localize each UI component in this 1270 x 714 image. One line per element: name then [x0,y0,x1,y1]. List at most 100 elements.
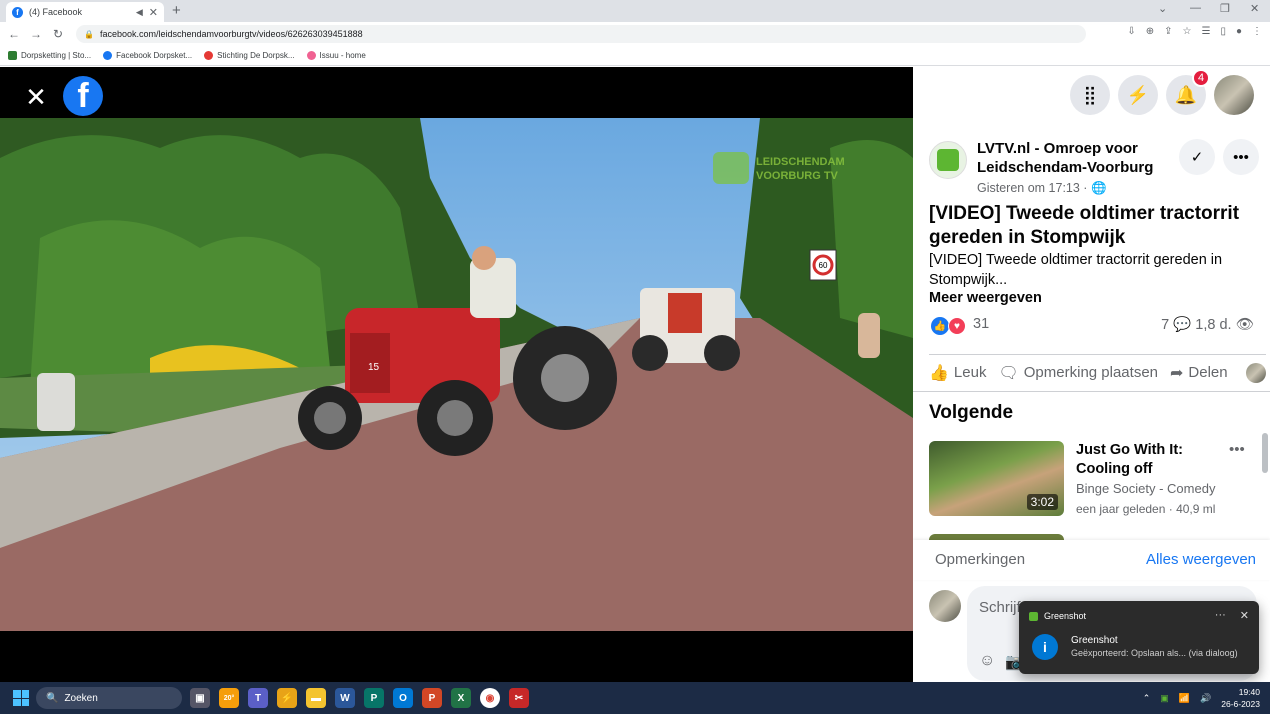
chrome-icon[interactable]: ◉ [480,688,500,708]
bookmarks-bar: Dorpsketting | Sto... Facebook Dorpsket.… [0,46,1270,66]
task-view-icon[interactable]: ▣ [190,688,210,708]
see-more-link[interactable]: Meer weergeven [929,290,1042,306]
url-field[interactable]: 🔒 facebook.com/leidschendamvoorburgtv/vi… [76,25,1086,43]
volume-icon[interactable]: 🔊 [1200,693,1211,704]
grid-icon: ⣿ [1083,84,1097,105]
facebook-logo-icon[interactable]: f [63,76,103,116]
video-controls[interactable] [0,637,913,682]
divider [913,391,1270,392]
app-icon[interactable]: ⚡ [277,688,297,708]
up-next-item[interactable]: 3:02 Just Go With It: Cooling off Binge … [929,441,1249,517]
toast-body: Geëxporteerd: Opslaan als... (via dialoo… [1071,648,1238,658]
see-all-comments-link[interactable]: Alles weergeven [1146,551,1256,568]
profile-icon[interactable]: ● [1236,26,1242,37]
excel-icon[interactable]: X [451,688,471,708]
bookmark-favicon-icon [103,51,113,60]
tab-facebook[interactable]: f (4) Facebook ◀ ✕ [6,2,164,22]
toast-close-icon[interactable]: ✕ [1240,609,1249,622]
maximize-button[interactable]: ❐ [1220,2,1230,15]
tab-search-icon[interactable]: ⌄ [1158,2,1167,15]
video-thumbnail[interactable]: 3:02 [929,441,1064,516]
up-next-channel[interactable]: Binge Society - Comedy [1076,481,1215,496]
bookmark-favicon-icon [8,51,17,60]
ellipsis-icon: ••• [1233,148,1249,166]
up-next-meta: een jaar geleden · 40,9 ml [1076,502,1216,516]
speech-bubble-icon: 🗨 [998,364,1019,382]
close-viewer-button[interactable]: ✕ [24,84,48,110]
up-next-title[interactable]: Just Go With It: Cooling off [1076,441,1226,479]
comment-icon: 💬 [1173,317,1196,333]
new-tab-button[interactable]: + [172,2,181,19]
page-name[interactable]: LVTV.nl - Omroep voor Leidschendam-Voorb… [977,139,1187,177]
outlook-icon[interactable]: O [393,688,413,708]
taskbar-search[interactable]: 🔍 Zoeken [36,687,182,709]
toast-app-name: Greenshot [1044,611,1087,621]
word-icon[interactable]: W [335,688,355,708]
messenger-icon: ⚡ [1126,84,1150,105]
speed-sign-text: 60 [819,261,828,270]
notifications-button[interactable]: 🔔 4 [1166,69,1210,115]
comment-button[interactable]: 🗨 Opmerking plaatsen [998,363,1158,383]
profile-avatar[interactable] [1214,75,1254,115]
wifi-icon[interactable]: 📶 [1179,693,1190,704]
minimize-button[interactable]: — [1190,2,1201,14]
actor-avatar[interactable] [1246,362,1266,383]
close-tab-icon[interactable]: ✕ [149,6,158,19]
video-player[interactable]: 60 LEIDSCHENDAM VOORBURG TV 15 [0,118,913,631]
reading-list-icon[interactable]: ☰ [1201,26,1210,37]
bookmark-item[interactable]: Dorpsketting | Sto... [8,51,91,60]
post-time[interactable]: Gisteren om 17:13 · 🌐 [977,181,1107,196]
clock[interactable]: 19:40 26-6-2023 [1221,686,1260,710]
facebook-favicon-icon: f [12,6,23,18]
reload-button[interactable]: ↻ [47,27,69,41]
composer-avatar[interactable] [929,590,961,622]
page-avatar[interactable] [929,141,967,179]
greenshot-tray-icon[interactable]: ▣ [1160,693,1169,704]
bookmark-item[interactable]: Stichting De Dorpsk... [204,51,295,60]
audio-icon[interactable]: ◀ [136,7,143,18]
thumbs-up-icon: 👍 [929,364,949,382]
publisher-icon[interactable]: P [364,688,384,708]
menu-grid-button[interactable]: ⣿ [1070,75,1110,115]
eye-icon: 👁 [1235,317,1254,333]
more-options-button[interactable]: ••• [1223,139,1259,175]
file-explorer-icon[interactable]: ▬ [306,688,326,708]
side-panel-icon[interactable]: ▯ [1220,26,1226,37]
save-button[interactable]: ✓ [1179,139,1215,175]
teams-icon[interactable]: T [248,688,268,708]
toast-title: Greenshot [1071,635,1118,646]
share-button[interactable]: ➦ Delen [1170,363,1228,383]
like-reaction-icon: 👍 [931,317,949,335]
share-icon[interactable]: ⇪ [1164,26,1172,37]
weather-icon[interactable]: 20° [219,688,239,708]
taskbar: 🔍 Zoeken ▣ 20° T ⚡ ▬ W P O P X ◉ ✂ ⌃ ▣ 📶 … [0,682,1270,714]
bookmark-item[interactable]: Issuu - home [306,51,366,60]
tab-title: (4) Facebook [29,7,83,17]
scrollbar[interactable] [1262,433,1268,473]
like-button[interactable]: 👍 Leuk [929,363,986,383]
watermark-line2: VOORBURG TV [756,170,839,182]
messenger-button[interactable]: ⚡ [1118,75,1158,115]
forward-button[interactable]: → [25,27,47,41]
lock-icon: 🔒 [84,29,94,39]
start-button[interactable] [13,690,29,706]
show-hidden-icons[interactable]: ⌃ [1143,693,1151,704]
reaction-count[interactable]: 31 [973,316,989,332]
snipping-tool-icon[interactable]: ✂ [509,688,529,708]
reactions-row: 👍 ♥ 31 7 💬 1,8 d. 👁 [929,316,1254,336]
close-window-button[interactable]: ✕ [1250,2,1259,15]
menu-icon[interactable]: ⋮ [1252,26,1262,37]
comment-count[interactable]: 7 [1161,317,1169,333]
zoom-icon[interactable]: ⊕ [1146,26,1154,37]
post-description: [VIDEO] Tweede oldtimer tractorrit gered… [929,252,1223,288]
bookmark-star-icon[interactable]: ☆ [1183,26,1192,37]
up-next-more-icon[interactable]: ••• [1229,441,1245,458]
notification-toast[interactable]: Greenshot ··· ✕ i Greenshot Geëxporteerd:… [1019,601,1259,674]
emoji-icon[interactable]: ☺ [979,652,995,672]
powerpoint-icon[interactable]: P [422,688,442,708]
back-button[interactable]: ← [3,27,25,41]
bookmark-item[interactable]: Facebook Dorpsket... [103,51,192,60]
install-icon[interactable]: ⇩ [1127,26,1135,37]
toast-more-icon[interactable]: ··· [1215,609,1226,622]
url-text: facebook.com/leidschendamvoorburgtv/vide… [99,29,363,39]
